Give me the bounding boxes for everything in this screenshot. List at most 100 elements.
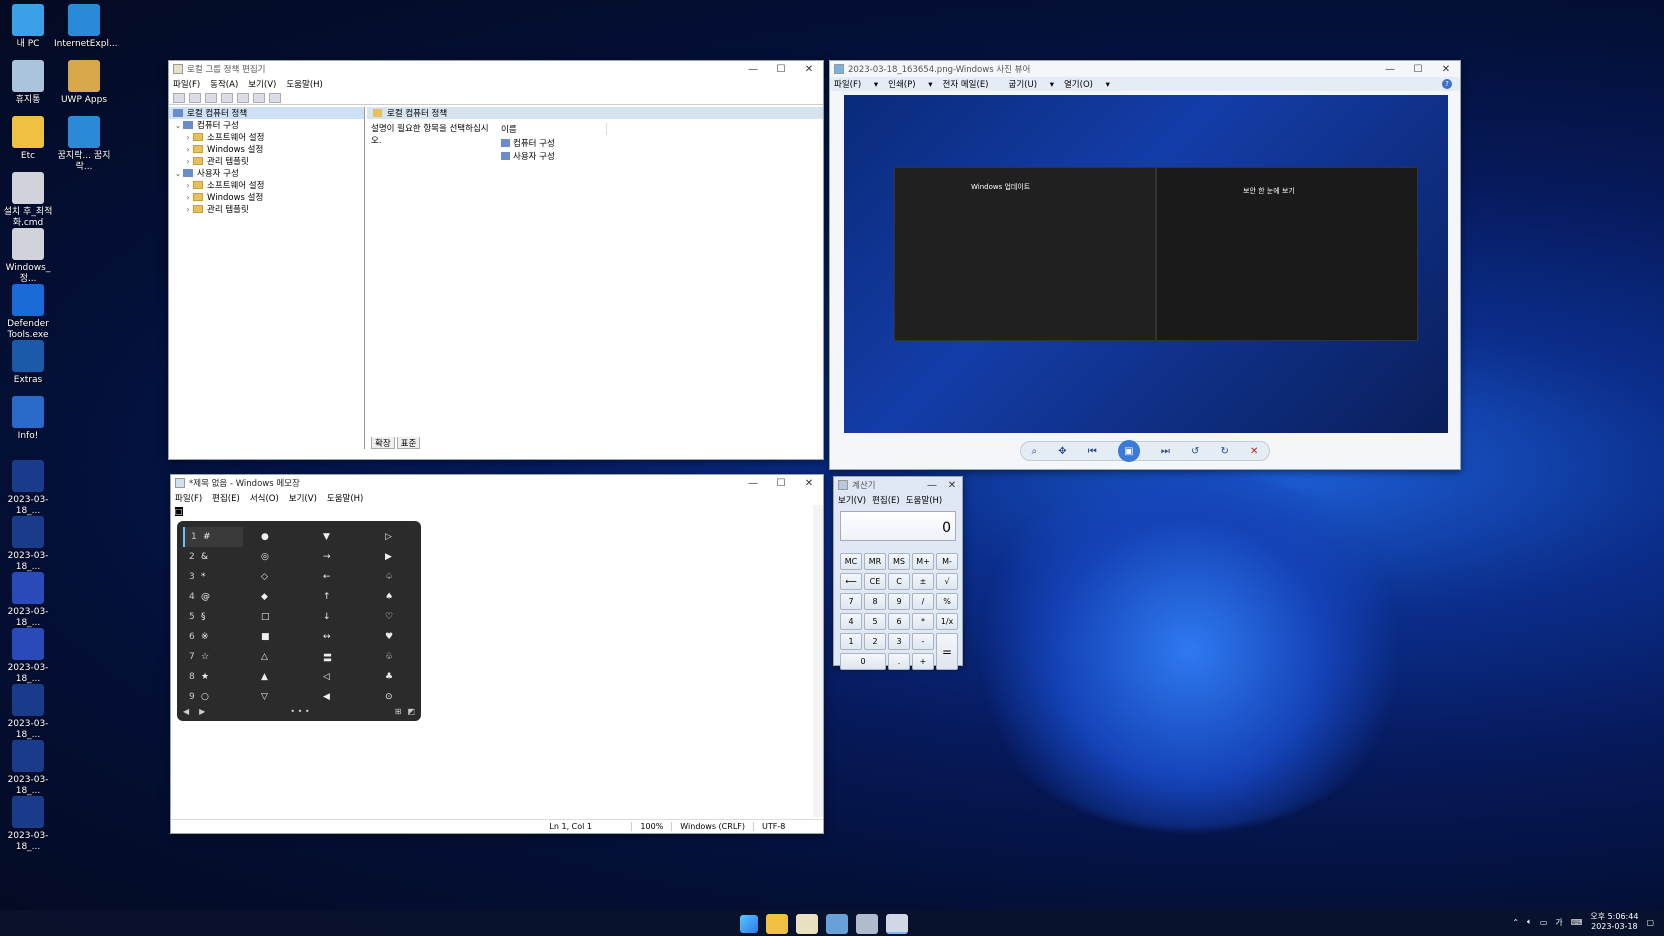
menu-action[interactable]: 동작(A) [210, 78, 238, 90]
calc-button[interactable]: 7 [840, 593, 862, 610]
calc-button[interactable]: 3 [888, 633, 910, 650]
start-icon[interactable] [740, 915, 758, 933]
symbol-cell[interactable]: ◇ [243, 567, 305, 587]
desktop-icon[interactable]: 2023-03-18_... [0, 740, 58, 797]
calc-button[interactable]: 2 [864, 633, 886, 650]
desktop-icon[interactable]: Etc [0, 116, 58, 162]
calc-button[interactable]: √ [936, 573, 958, 590]
tree-item[interactable]: › 소프트웨어 설정 [169, 179, 364, 192]
symbol-cell[interactable]: ↑ [305, 587, 367, 607]
delete-icon[interactable]: ✕ [1250, 446, 1258, 457]
gpedit-icon[interactable] [886, 914, 908, 934]
symbol-cell[interactable]: 2 & [183, 547, 243, 567]
calc-button[interactable]: 5 [864, 613, 886, 630]
menu-email[interactable]: 전자 메일(E) [943, 78, 999, 90]
rotate-left-icon[interactable]: ↺ [1191, 446, 1199, 457]
photo-viewer-icon[interactable] [826, 914, 848, 934]
tree-item[interactable]: › 소프트웨어 설정 [169, 131, 364, 144]
symbol-cell[interactable]: 1 # [183, 527, 243, 547]
desktop-icon[interactable]: Defender Tools.exe [0, 284, 58, 341]
symbol-cell[interactable]: ↔ [305, 627, 367, 647]
symbol-cell[interactable]: ▲ [243, 667, 305, 687]
fit-icon[interactable]: ✥ [1058, 446, 1066, 457]
symbol-cell[interactable]: 4 @ [183, 587, 243, 607]
calc-button[interactable]: 9 [888, 593, 910, 610]
symbol-cell[interactable]: 5 § [183, 607, 243, 627]
tree-item[interactable]: › Windows 설정 [169, 191, 364, 204]
prev-page-icon[interactable]: ◀ [183, 707, 189, 716]
menu-view[interactable]: 보기(V) [248, 78, 276, 90]
symbol-cell[interactable]: ♠ [367, 587, 419, 607]
chevron-up-icon[interactable]: ⌃ [1512, 918, 1519, 927]
symbol-cell[interactable]: ◁ [305, 667, 367, 687]
list-item[interactable]: 컴퓨터 구성 [501, 137, 555, 149]
chevron-down-icon[interactable]: ⌄ [173, 121, 183, 130]
calc-button[interactable]: C [888, 573, 910, 590]
maximize-button[interactable]: ☐ [1404, 64, 1432, 75]
minimize-button[interactable]: — [1376, 64, 1404, 75]
column-header-name[interactable]: 이름 [501, 123, 607, 135]
menu-help[interactable]: 도움말(H) [906, 494, 942, 506]
photo-canvas[interactable]: Windows 업데이트 보안 한 눈에 보기 [844, 95, 1448, 433]
menu-burn[interactable]: 굽기(U) ▾ [1009, 78, 1054, 90]
desktop-icon[interactable]: 2023-03-18_... [0, 684, 58, 741]
desktop-icon[interactable]: 설치 후_최적화.cmd [0, 172, 58, 229]
tree-item[interactable]: ⌄ 컴퓨터 구성 [169, 119, 364, 132]
menu-edit[interactable]: 편집(E) [212, 492, 240, 504]
menu-open[interactable]: 열기(O) ▾ [1064, 78, 1110, 90]
symbol-cell[interactable]: ▶ [367, 547, 419, 567]
symbol-cell[interactable]: → [305, 547, 367, 567]
notepad-titlebar[interactable]: *제목 없음 - Windows 메모장 — ☐ ✕ [171, 475, 823, 491]
minimize-button[interactable]: — [922, 480, 942, 491]
next-icon[interactable]: ⏭ [1161, 446, 1170, 457]
calc-button[interactable]: CE [864, 573, 886, 590]
desktop-icon[interactable]: 2023-03-18_... [0, 796, 58, 853]
symbol-cell[interactable]: ◎ [243, 547, 305, 567]
chevron-right-icon[interactable]: › [183, 157, 193, 166]
calc-button[interactable]: + [912, 653, 934, 670]
calc-button[interactable]: 8 [864, 593, 886, 610]
menu-file[interactable]: 파일(F) ▾ [834, 78, 878, 90]
symbol-cell[interactable]: ▼ [305, 527, 367, 547]
desktop-icon[interactable]: 2023-03-18_... [0, 572, 58, 629]
menu-view[interactable]: 보기(V) [838, 494, 866, 506]
calc-button[interactable]: - [912, 633, 934, 650]
gpedit-titlebar[interactable]: 로컬 그룹 정책 편집기 — ☐ ✕ [169, 61, 823, 77]
notepad-window[interactable]: *제목 없음 - Windows 메모장 — ☐ ✕ 파일(F) 편집(E) 서… [170, 474, 824, 834]
close-button[interactable]: ✕ [1432, 64, 1460, 75]
symbol-cell[interactable]: 〓 [305, 647, 367, 667]
close-button[interactable]: ✕ [942, 480, 962, 491]
chevron-down-icon[interactable]: ⌄ [173, 169, 183, 178]
desktop-icon[interactable]: 휴지통 [0, 60, 58, 106]
chevron-right-icon[interactable]: › [183, 181, 193, 190]
calc-button[interactable]: ⟵ [840, 573, 862, 590]
notepad-icon[interactable] [796, 914, 818, 934]
calc-button[interactable]: MS [888, 553, 910, 570]
tab-extended[interactable]: 확장 [371, 437, 395, 449]
symbol-cell[interactable]: 3 * [183, 567, 243, 587]
symbol-cell[interactable]: ■ [243, 627, 305, 647]
chevron-right-icon[interactable]: › [183, 193, 193, 202]
desktop-icon[interactable]: 내 PC [0, 4, 58, 50]
calculator-titlebar[interactable]: 계산기 — ✕ [834, 477, 962, 493]
symbol-cell[interactable]: ◆ [243, 587, 305, 607]
symbol-cell[interactable]: 7 ☆ [183, 647, 243, 667]
help-icon[interactable] [253, 92, 265, 103]
calc-button[interactable]: 0 [840, 653, 886, 670]
calc-button[interactable]: / [912, 593, 934, 610]
calc-button[interactable]: M- [936, 553, 958, 570]
export-icon[interactable] [237, 92, 249, 103]
calc-button[interactable]: MC [840, 553, 862, 570]
symbol-cell[interactable]: 6 ※ [183, 627, 243, 647]
tree-item[interactable]: › Windows 설정 [169, 143, 364, 156]
symbol-cell[interactable]: ♡ [367, 607, 419, 627]
chevron-right-icon[interactable]: › [183, 205, 193, 214]
ime-indicator[interactable]: 가 [1555, 917, 1562, 928]
close-button[interactable]: ✕ [795, 478, 823, 489]
symbol-cell[interactable]: ↓ [305, 607, 367, 627]
symbol-cell[interactable]: ♧ [367, 647, 419, 667]
desktop-icon[interactable]: Info! [0, 396, 58, 442]
calc-button[interactable]: = [936, 633, 958, 670]
zoom-icon[interactable]: ⌕ [1032, 446, 1038, 457]
tree-item[interactable]: 로컬 컴퓨터 정책 [169, 107, 364, 119]
